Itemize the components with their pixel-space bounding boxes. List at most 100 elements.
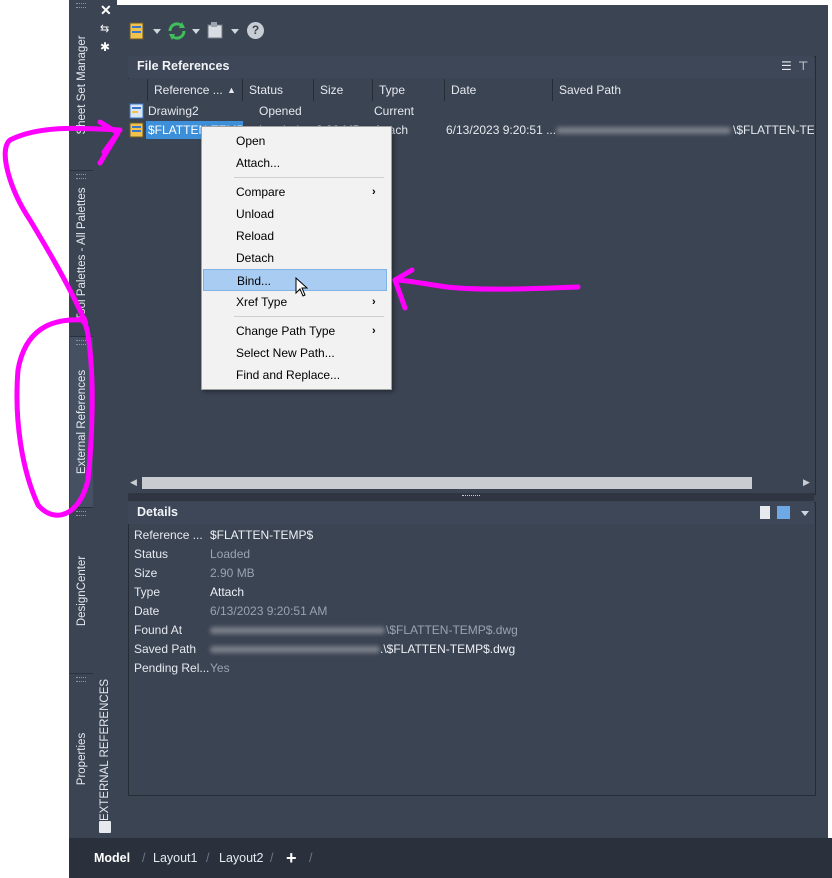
sort-ascending-icon: ▲: [227, 85, 236, 95]
menu-item-find-and-replace[interactable]: Find and Replace...: [202, 364, 388, 386]
tab-label: Properties: [75, 732, 88, 786]
column-header-status[interactable]: Status: [243, 79, 314, 101]
column-header-gutter: [128, 79, 148, 101]
add-layout-icon[interactable]: +: [286, 846, 297, 870]
xref-drawing-icon: [129, 122, 144, 138]
menu-item-detach[interactable]: Detach: [202, 247, 388, 269]
row-date: 6/13/2023 9:20:51 ...: [446, 123, 557, 137]
column-label: Reference ...: [154, 83, 223, 97]
menu-item-change-path-type[interactable]: Change Path Type ›: [202, 320, 388, 342]
auto-hide-icon[interactable]: ⇆: [100, 22, 109, 35]
tab-separator: /: [142, 851, 146, 865]
chevron-down-icon[interactable]: [801, 511, 809, 516]
panel-title: File References: [137, 59, 230, 73]
list-view-icon[interactable]: ☰: [781, 59, 792, 73]
tab-layout1[interactable]: Layout1: [153, 846, 197, 870]
grip-icon: [76, 511, 86, 516]
scroll-left-icon[interactable]: ◀: [130, 477, 137, 488]
change-path-icon[interactable]: [205, 20, 227, 42]
help-icon[interactable]: ?: [247, 22, 264, 39]
detail-label: Reference ...: [134, 528, 203, 542]
mouse-cursor-icon: [295, 277, 309, 297]
detail-value-pending-reload: Yes: [210, 661, 230, 675]
palette-menu-icon[interactable]: [99, 821, 111, 833]
chevron-right-icon: ›: [372, 186, 376, 198]
detail-value-saved-path[interactable]: .\$FLATTEN-TEMP$.dwg: [380, 640, 515, 658]
row-type: Current: [374, 104, 415, 118]
tab-properties[interactable]: Properties: [70, 674, 93, 845]
tab-label: External References: [75, 369, 88, 475]
panel-splitter[interactable]: [128, 493, 814, 501]
menu-item-open[interactable]: Open: [202, 130, 388, 152]
tab-sheet-set-manager[interactable]: Sheet Set Manager: [70, 0, 93, 171]
chevron-right-icon: ›: [372, 325, 376, 337]
preview-view-icon[interactable]: [777, 506, 790, 519]
redacted-path: [210, 627, 385, 634]
menu-separator: [234, 177, 384, 178]
column-header-type[interactable]: Type: [373, 79, 445, 101]
tab-external-references[interactable]: External References: [70, 337, 93, 508]
tab-separator: /: [206, 851, 210, 865]
chevron-down-icon[interactable]: [153, 29, 161, 34]
detail-label: Status: [134, 547, 169, 561]
menu-label: Reload: [236, 229, 275, 243]
detail-value-date: 6/13/2023 9:20:51 AM: [210, 604, 328, 618]
redacted-path: [210, 646, 380, 653]
menu-label: Bind...: [237, 274, 272, 288]
redacted-path: [556, 127, 731, 134]
chevron-down-icon[interactable]: [192, 29, 200, 34]
close-icon[interactable]: ✕: [100, 2, 112, 19]
menu-item-reload[interactable]: Reload: [202, 225, 388, 247]
column-header-date[interactable]: Date: [445, 79, 553, 101]
menu-label: Attach...: [236, 156, 281, 170]
row-saved-path: \$FLATTEN-TEM: [733, 123, 814, 137]
detail-label: Pending Rel...: [134, 661, 210, 675]
menu-item-select-new-path[interactable]: Select New Path...: [202, 342, 388, 364]
palette-title: EXTERNAL REFERENCES: [99, 678, 111, 822]
menu-item-unload[interactable]: Unload: [202, 203, 388, 225]
menu-item-attach[interactable]: Attach...: [202, 152, 388, 174]
scrollbar-thumb[interactable]: [142, 477, 752, 489]
grip-icon: [76, 677, 86, 682]
tab-tool-palettes[interactable]: Tool Palettes - All Palettes: [70, 171, 93, 337]
row-status: Opened: [259, 104, 302, 118]
tab-model[interactable]: Model: [94, 846, 130, 870]
menu-label: Compare: [236, 185, 286, 199]
tab-label: Tool Palettes - All Palettes: [75, 187, 88, 320]
palette-title-bar[interactable]: ✕ ⇆ ✱ EXTERNAL REFERENCES: [94, 0, 117, 838]
tab-designcenter[interactable]: DesignCenter: [70, 508, 93, 674]
menu-separator: [234, 316, 384, 317]
menu-label: Find and Replace...: [236, 368, 341, 382]
scroll-right-icon[interactable]: ▶: [803, 477, 810, 488]
drawing-icon: [129, 103, 144, 119]
grip-icon: [462, 495, 480, 498]
menu-item-compare[interactable]: Compare ›: [202, 181, 388, 203]
details-view-icon[interactable]: [760, 506, 770, 519]
layout-tab-bar: Model / Layout1 / Layout2 / + /: [69, 838, 832, 878]
chevron-right-icon: ›: [372, 296, 376, 308]
refresh-icon[interactable]: [166, 20, 188, 42]
menu-label: Xref Type: [236, 295, 288, 309]
detail-label: Saved Path: [134, 642, 197, 656]
tree-view-icon[interactable]: ⊤: [798, 59, 808, 73]
menu-label: Select New Path...: [236, 346, 335, 360]
grip-icon: [76, 340, 86, 345]
detail-label: Date: [134, 604, 160, 618]
detail-value-type[interactable]: Attach: [210, 583, 244, 601]
detail-label: Size: [134, 566, 158, 580]
detail-label: Found At: [134, 623, 183, 637]
chevron-down-icon[interactable]: [231, 29, 239, 34]
properties-icon[interactable]: ✱: [100, 40, 110, 54]
row-reference-name: Drawing2: [148, 104, 199, 118]
detail-value-reference-name[interactable]: $FLATTEN-TEMP$: [210, 526, 313, 544]
column-header-saved-path[interactable]: Saved Path: [553, 79, 814, 101]
details-header: Details: [128, 502, 814, 524]
menu-label: Detach: [236, 251, 275, 265]
tab-layout2[interactable]: Layout2: [219, 846, 263, 870]
column-header-size[interactable]: Size: [314, 79, 373, 101]
column-header-reference-name[interactable]: Reference ... ▲: [148, 79, 243, 101]
tab-separator: /: [309, 851, 313, 865]
grip-icon: [76, 3, 86, 8]
file-references-header: File References ☰ ⊤: [128, 56, 814, 78]
tab-label: DesignCenter: [75, 555, 88, 626]
